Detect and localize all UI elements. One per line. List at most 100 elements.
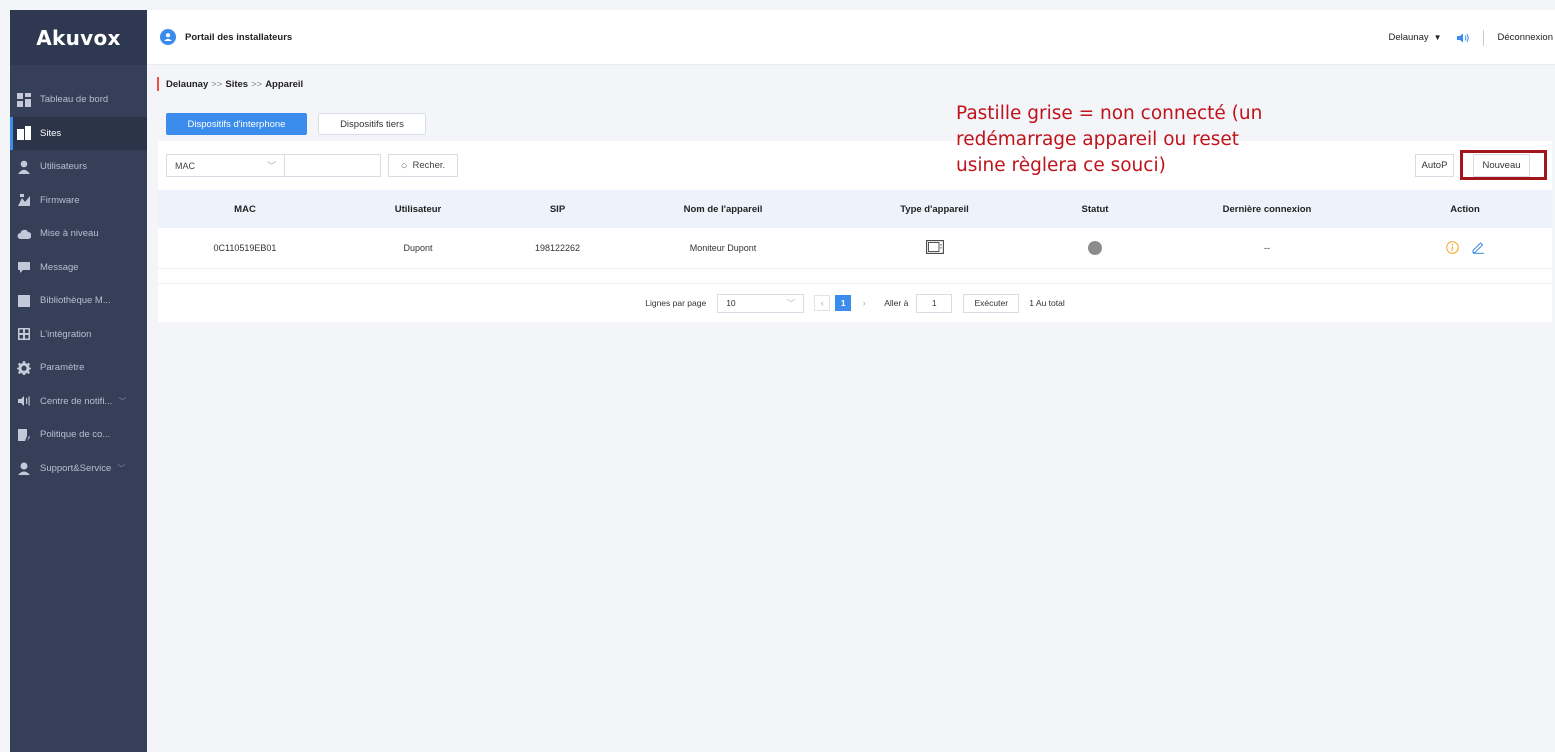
message-icon bbox=[17, 260, 31, 274]
breadcrumb-marker bbox=[157, 77, 159, 91]
search-icon: ○ bbox=[400, 159, 408, 172]
search-button[interactable]: ○ Recher. bbox=[388, 154, 458, 177]
sidebar-item-label: Tableau de bord bbox=[40, 94, 109, 106]
sidebar-item-1[interactable]: Sites bbox=[10, 116, 147, 150]
col-mac: MAC bbox=[234, 203, 256, 215]
page-1-button[interactable]: 1 bbox=[835, 295, 852, 311]
sidebar-item-label: L'intégration bbox=[40, 328, 92, 340]
col-user: Utilisateur bbox=[394, 203, 442, 215]
support-icon bbox=[17, 461, 31, 476]
chevron-down-icon: ﹀ bbox=[786, 298, 796, 308]
library-icon bbox=[17, 294, 31, 308]
sidebar-item-2[interactable]: Utilisateurs bbox=[10, 150, 147, 184]
sidebar-nav: Tableau de bord Sites Utilisateurs Firmware… bbox=[10, 65, 147, 485]
col-device-name: Nom de l'appareil bbox=[683, 203, 763, 215]
execute-button[interactable]: Exécuter bbox=[963, 293, 1020, 313]
info-icon[interactable] bbox=[1445, 240, 1459, 256]
akuvox-logo: Akuvox bbox=[10, 10, 147, 65]
sidebar-item-7[interactable]: L'intégration bbox=[10, 318, 147, 352]
prev-page-icon[interactable]: ‹ bbox=[814, 295, 831, 311]
autop-button[interactable]: AutoP bbox=[1415, 154, 1454, 177]
sidebar-item-8[interactable]: Paramètre bbox=[10, 351, 147, 385]
header-right: Delaunay ▼ Déconnexion bbox=[1388, 10, 1553, 65]
sidebar-item-3[interactable]: Firmware bbox=[10, 184, 147, 218]
caret-down-icon: ▼ bbox=[1433, 33, 1442, 42]
tab-third-party-devices[interactable]: Dispositifs tiers bbox=[318, 113, 426, 135]
monitor-icon bbox=[925, 240, 944, 256]
annotation-note: Pastille grise = non connecté (un redéma… bbox=[956, 101, 1386, 179]
breadcrumb-sep: >> bbox=[211, 78, 223, 90]
col-device-type: Type d'appareil bbox=[900, 203, 969, 215]
sidebar-item-label: Centre de notifi... bbox=[40, 395, 113, 407]
table-row: 0C110519EB01 Dupont 198122262 Moniteur D… bbox=[158, 228, 1552, 269]
annotation-highlight-box bbox=[1460, 150, 1547, 180]
chevron-down-icon: ﹀ bbox=[117, 463, 126, 473]
integration-icon bbox=[17, 327, 31, 341]
sidebar-item-label: Sites bbox=[40, 127, 62, 139]
breadcrumb: Delaunay >> Sites >> Appareil bbox=[157, 77, 303, 91]
rows-per-page-value: 10 bbox=[726, 298, 736, 308]
cell-sip: 198122262 bbox=[534, 243, 581, 253]
cell-status bbox=[1034, 241, 1156, 255]
gear-icon bbox=[17, 360, 31, 375]
col-status: Statut bbox=[1081, 203, 1109, 215]
sidebar-item-label: Paramètre bbox=[40, 362, 85, 374]
user-menu[interactable]: Delaunay ▼ bbox=[1388, 32, 1441, 43]
sidebar-item-label: Utilisateurs bbox=[40, 161, 87, 173]
col-action: Action bbox=[1450, 203, 1480, 215]
search-field-value: MAC bbox=[175, 160, 195, 171]
edit-icon[interactable] bbox=[1471, 240, 1485, 256]
annotation-line: usine règlera ce souci) bbox=[956, 155, 1166, 176]
annotation-line: Pastille grise = non connecté (un bbox=[956, 103, 1263, 124]
chevron-down-icon: ﹀ bbox=[118, 396, 127, 406]
top-header: Portail des installateurs Delaunay ▼ Déc… bbox=[147, 10, 1555, 65]
sidebar-item-label: Support&Service bbox=[40, 462, 112, 474]
speaker-icon bbox=[17, 394, 31, 408]
col-last-connection: Dernière connexion bbox=[1222, 203, 1312, 215]
col-sip: SIP bbox=[549, 203, 566, 215]
cell-last-connection: -- bbox=[1264, 243, 1270, 253]
cell-user: Dupont bbox=[403, 243, 433, 253]
goto-label: Aller à bbox=[884, 298, 909, 308]
header-divider bbox=[1482, 29, 1484, 46]
breadcrumb-sep: >> bbox=[251, 78, 263, 90]
speaker-icon[interactable] bbox=[1456, 33, 1469, 43]
sidebar-item-5[interactable]: Message bbox=[10, 251, 147, 285]
sidebar-item-6[interactable]: Bibliothèque M... bbox=[10, 284, 147, 318]
annotation-line: redémarrage appareil ou reset bbox=[956, 129, 1239, 150]
table-header: MAC Utilisateur SIP Nom de l'appareil Ty… bbox=[158, 190, 1552, 228]
search-field-select[interactable]: MAC ﹀ bbox=[166, 154, 284, 177]
cell-action bbox=[1378, 240, 1552, 256]
logout-link[interactable]: Déconnexion bbox=[1498, 32, 1553, 43]
sidebar-item-label: Mise à niveau bbox=[40, 228, 99, 240]
breadcrumb-appareil: Appareil bbox=[265, 78, 304, 90]
next-page-icon[interactable]: › bbox=[856, 295, 872, 311]
sidebar-item-4[interactable]: Mise à niveau bbox=[10, 217, 147, 251]
pagination: Lignes par page 10 ﹀ ‹ 1 › Aller à 1 Exé… bbox=[158, 283, 1552, 322]
portal-heading: Portail des installateurs bbox=[160, 29, 292, 45]
cell-mac: 0C110519EB01 bbox=[213, 243, 277, 253]
sidebar-item-0[interactable]: Tableau de bord bbox=[10, 83, 147, 117]
status-offline-dot bbox=[1088, 241, 1102, 255]
sidebar-item-10[interactable]: Politique de co... bbox=[10, 418, 147, 452]
user-circle-icon bbox=[160, 29, 176, 45]
sidebar-item-11[interactable]: Support&Service ﹀ bbox=[10, 452, 147, 486]
chevron-down-icon: ﹀ bbox=[266, 161, 276, 171]
tab-intercom-devices[interactable]: Dispositifs d'interphone bbox=[166, 113, 307, 135]
portal-title: Portail des installateurs bbox=[185, 31, 293, 43]
breadcrumb-delaunay[interactable]: Delaunay bbox=[166, 79, 208, 90]
search-button-label: Recher. bbox=[412, 160, 446, 171]
user-icon bbox=[17, 160, 31, 174]
sidebar-item-9[interactable]: Centre de notifi... ﹀ bbox=[10, 385, 147, 419]
sidebar-item-label: Message bbox=[40, 261, 79, 273]
sidebar: Akuvox Tableau de bord Sites Utilisateurs F… bbox=[10, 10, 147, 752]
search-input[interactable] bbox=[284, 154, 381, 177]
dashboard-icon bbox=[17, 92, 31, 107]
rows-per-page-select[interactable]: 10 ﹀ bbox=[717, 293, 805, 313]
policy-icon bbox=[17, 428, 31, 442]
goto-page-input[interactable]: 1 bbox=[916, 293, 953, 313]
username: Delaunay bbox=[1388, 32, 1429, 43]
breadcrumb-sites[interactable]: Sites bbox=[225, 79, 248, 90]
search-row: MAC ﹀ ○ Recher. bbox=[166, 154, 458, 177]
sidebar-item-label: Bibliothèque M... bbox=[40, 295, 111, 307]
